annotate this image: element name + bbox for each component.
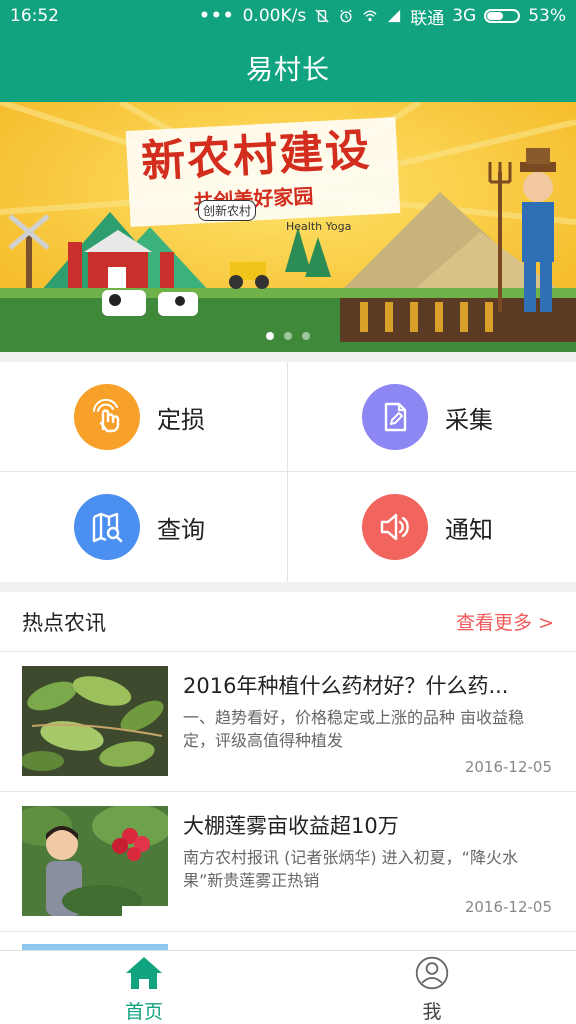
news-date: 2016-12-05 <box>464 898 552 916</box>
network-speed: 0.00K/s <box>242 6 307 26</box>
action-label: 通知 <box>445 515 493 544</box>
nav-profile[interactable]: 我 <box>288 951 576 1024</box>
news-headline: 2016年种植什么药材好？什么药... <box>183 674 509 698</box>
app-bar: 易村长 <box>0 32 576 102</box>
divider <box>0 352 576 362</box>
map-search-icon <box>74 494 140 560</box>
carousel-dot[interactable] <box>284 332 292 340</box>
nav-label: 我 <box>422 1001 442 1023</box>
quick-actions-grid: 定损 采集 查询 通知 <box>0 362 576 582</box>
edit-document-icon <box>362 384 428 450</box>
signal-icon <box>388 9 401 23</box>
news-section-title: 热点农讯 <box>22 610 106 635</box>
carrier-label: 联通 <box>410 8 445 29</box>
woman-fruit-photo <box>22 806 168 916</box>
action-label: 定损 <box>157 405 205 434</box>
news-summary: 南方农村报讯 (记者张炳华) 进入初夏，“降火水果”新贵莲雾正热销 <box>183 848 518 890</box>
carousel-dot[interactable] <box>302 332 310 340</box>
status-bar: 16:52 ••• 0.00K/s 联通 3G 53% <box>0 0 576 32</box>
touch-hand-icon <box>74 384 140 450</box>
news-headline: 大棚莲雾亩收益超10万 <box>183 814 399 838</box>
action-label: 查询 <box>157 515 205 544</box>
action-query[interactable]: 查询 <box>0 472 288 582</box>
battery-percent: 53% <box>528 6 566 26</box>
news-summary: 一、趋势看好，价格稳定或上涨的品种 亩收益稳定，评级高值得种植发 <box>183 708 525 750</box>
alarm-icon <box>340 9 352 23</box>
news-item[interactable]: 2016年种植什么药材好？什么药... 一、趋势看好，价格稳定或上涨的品种 亩收… <box>0 652 576 792</box>
news-header: 热点农讯 查看更多 > <box>0 592 576 652</box>
action-collect[interactable]: 采集 <box>288 362 576 472</box>
home-icon <box>126 957 162 989</box>
carousel-dot[interactable] <box>266 332 274 340</box>
plant-leaves-photo <box>22 666 168 776</box>
action-label: 采集 <box>445 405 493 434</box>
banner-text-group: 新农村建设 共创美好家园 <box>140 123 404 217</box>
nav-label: 首页 <box>124 1001 163 1023</box>
banner-badge: 创新农村 <box>198 200 257 221</box>
view-more-link[interactable]: 查看更多 > <box>456 608 554 635</box>
carousel-indicator[interactable] <box>0 332 576 340</box>
nav-home[interactable]: 首页 <box>0 951 288 1024</box>
user-icon <box>415 956 449 990</box>
news-item[interactable]: 大棚莲雾亩收益超10万 南方农村报讯 (记者张炳华) 进入初夏，“降火水果”新贵… <box>0 792 576 932</box>
action-notify[interactable]: 通知 <box>288 472 576 582</box>
app-title: 易村长 <box>246 54 330 86</box>
banner-brand: Health Yoga <box>286 220 352 233</box>
network-type: 3G <box>452 6 477 26</box>
news-date: 2016-12-05 <box>464 758 552 776</box>
battery-icon <box>484 9 521 23</box>
wifi-icon <box>363 10 377 22</box>
action-damage-assessment[interactable]: 定损 <box>0 362 288 472</box>
vibrate-off-icon <box>315 9 329 23</box>
status-time: 16:52 <box>10 6 59 26</box>
divider <box>0 582 576 592</box>
bottom-nav: 首页 我 <box>0 950 576 1024</box>
speaker-icon <box>362 494 428 560</box>
notification-dots: ••• <box>199 6 235 26</box>
banner-carousel[interactable]: 新农村建设 共创美好家园 创新农村 Health Yoga <box>0 102 576 352</box>
